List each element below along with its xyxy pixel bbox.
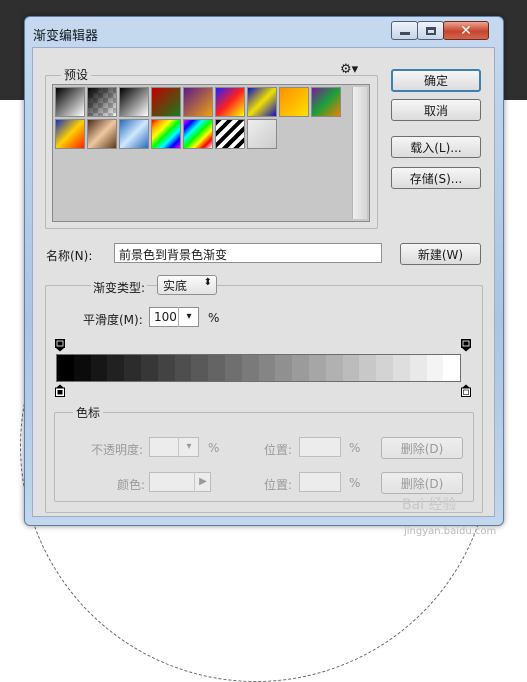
preset-swatch[interactable] [119, 119, 149, 149]
color-stop-left[interactable] [55, 384, 65, 397]
gradient-band [208, 355, 225, 381]
smoothness-dropdown-icon[interactable]: ▾ [178, 307, 199, 327]
smoothness-value: 100 [154, 310, 177, 324]
color-swatch-picker[interactable]: ▶ [149, 472, 211, 492]
preset-swatch[interactable] [55, 119, 85, 149]
gradient-band [90, 355, 108, 381]
new-button[interactable]: 新建(W) [400, 243, 481, 265]
color-stops-label: 色标 [73, 404, 104, 421]
opacity-stop-right[interactable] [461, 339, 471, 352]
preset-swatch[interactable] [215, 87, 245, 117]
preset-swatch[interactable] [183, 87, 213, 117]
gradient-editor-dialog: 渐变编辑器 ✕ 预设 ⚙▾ 确定 取消 载入(L)... 存储(S)... 名称… [24, 16, 504, 526]
window-title: 渐变编辑器 [33, 29, 99, 44]
preset-swatch[interactable] [87, 119, 117, 149]
gradient-band [392, 355, 410, 381]
preset-swatch[interactable] [311, 87, 341, 117]
gradient-band [275, 355, 293, 381]
minimize-button[interactable] [391, 21, 418, 40]
presets-scrollbar[interactable] [352, 87, 367, 219]
close-button[interactable]: ✕ [443, 21, 489, 40]
gradient-band [308, 355, 326, 381]
preset-swatch[interactable] [247, 87, 277, 117]
smoothness-unit: % [208, 311, 220, 325]
color-location-unit: % [349, 476, 361, 490]
gradient-band [258, 355, 276, 381]
opacity-dropdown-icon[interactable]: ▾ [178, 437, 199, 457]
gradient-band [443, 355, 461, 381]
ok-button[interactable]: 确定 [391, 69, 481, 92]
save-button[interactable]: 存储(S)... [391, 167, 481, 189]
delete-color-stop-button[interactable]: 删除(D) [381, 472, 463, 494]
color-menu-arrow-icon[interactable]: ▶ [194, 472, 211, 492]
opacity-label: 不透明度: [91, 443, 144, 457]
gradient-type-select[interactable]: 实底 ⬍ [157, 275, 217, 295]
preset-swatch[interactable] [151, 87, 181, 117]
gradient-band [73, 355, 91, 381]
gradient-band [426, 355, 444, 381]
opacity-stop-left[interactable] [55, 339, 65, 352]
gradient-band [325, 355, 343, 381]
watermark-url: jingyan.baidu.com [404, 526, 497, 537]
smoothness-label: 平滑度(M): [83, 313, 143, 327]
presets-label: 预设 [61, 66, 92, 83]
load-button[interactable]: 载入(L)... [391, 136, 481, 158]
gradient-band [241, 355, 259, 381]
gradient-band [140, 355, 158, 381]
gradient-band [224, 355, 242, 381]
preset-swatch[interactable] [87, 87, 117, 117]
gradient-band [359, 355, 377, 381]
gradient-steps [57, 355, 461, 381]
dialog-body: 预设 ⚙▾ 确定 取消 载入(L)... 存储(S)... 名称(N): 前景色… [32, 47, 495, 517]
gradient-band [409, 355, 427, 381]
opacity-location-unit: % [349, 441, 361, 455]
color-location-input[interactable] [299, 472, 341, 492]
preset-swatch[interactable] [119, 87, 149, 117]
gradient-band [107, 355, 125, 381]
preset-swatch[interactable] [151, 119, 181, 149]
maximize-icon [425, 26, 436, 35]
gradient-type-label: 渐变类型: [91, 279, 148, 296]
preset-swatch[interactable] [55, 87, 85, 117]
preset-swatch[interactable] [215, 119, 245, 149]
gradient-band [174, 355, 192, 381]
preset-swatch[interactable] [279, 87, 309, 117]
gradient-band [292, 355, 309, 381]
opacity-location-label: 位置: [264, 443, 293, 457]
presets-panel [52, 84, 370, 222]
titlebar: 渐变编辑器 ✕ [25, 17, 503, 47]
name-label: 名称(N): [46, 249, 93, 263]
preset-swatch[interactable] [247, 119, 277, 149]
gradient-band [191, 355, 209, 381]
color-label: 颜色: [117, 478, 146, 492]
watermark-brand: Bai 经验 [402, 497, 457, 513]
close-icon: ✕ [460, 22, 472, 39]
color-stop-right[interactable] [461, 384, 471, 397]
gradient-band [157, 355, 175, 381]
dropdown-arrow-icon: ⬍ [203, 277, 212, 288]
opacity-unit: % [208, 441, 220, 455]
gradient-band [57, 355, 74, 381]
presets-menu-icon[interactable]: ⚙▾ [340, 62, 358, 77]
maximize-button[interactable] [417, 21, 444, 40]
gradient-band [376, 355, 393, 381]
gradient-band [342, 355, 360, 381]
gradient-band [124, 355, 141, 381]
color-location-label: 位置: [264, 478, 293, 492]
gradient-type-value: 实底 [163, 279, 188, 293]
cancel-button[interactable]: 取消 [391, 99, 481, 121]
opacity-location-input[interactable] [299, 437, 341, 457]
minimize-icon [399, 32, 410, 35]
smoothness-input[interactable]: 100 ▾ [149, 307, 199, 327]
preset-swatch[interactable] [183, 119, 213, 149]
gradient-preview-bar[interactable] [56, 354, 461, 382]
opacity-input[interactable]: ▾ [149, 437, 199, 457]
name-input[interactable]: 前景色到背景色渐变 [114, 243, 382, 263]
delete-opacity-stop-button[interactable]: 删除(D) [381, 437, 463, 459]
